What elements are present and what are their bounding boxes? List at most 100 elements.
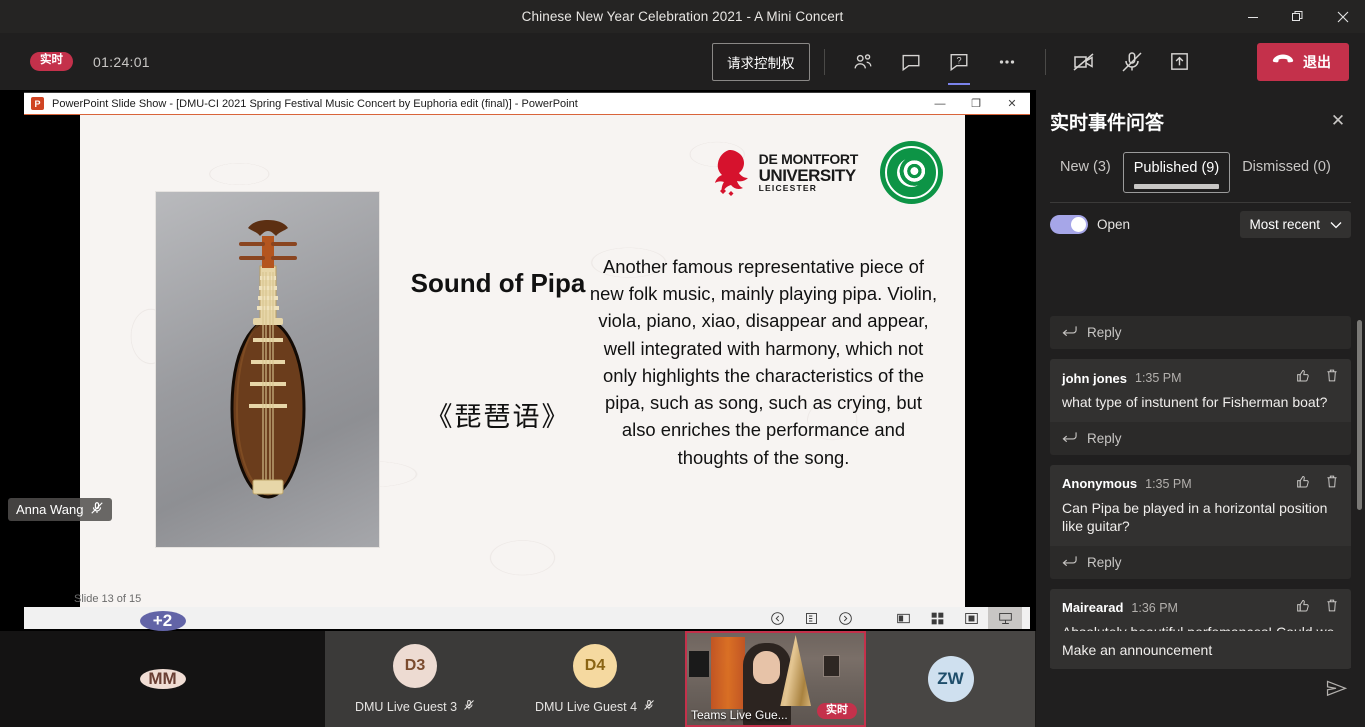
- qa-message-meta: john jones 1:35 PM: [1062, 368, 1339, 388]
- minimize-icon[interactable]: [1230, 0, 1275, 33]
- subtitles-icon[interactable]: [886, 607, 920, 629]
- presenter-view-icon[interactable]: [988, 607, 1022, 629]
- chat-icon[interactable]: [893, 44, 929, 80]
- qa-reply-partial[interactable]: Reply: [1050, 316, 1351, 349]
- all-slides-icon[interactable]: [920, 607, 954, 629]
- thumbs-up-icon[interactable]: [1296, 368, 1311, 388]
- send-icon[interactable]: [1326, 680, 1348, 702]
- zoom-slide-icon[interactable]: [954, 607, 988, 629]
- qa-panel-footer: Make an announcement: [1036, 631, 1365, 727]
- ppt-restore-icon[interactable]: ❐: [958, 93, 994, 115]
- participant-tile-zw[interactable]: ZW: [866, 631, 1035, 727]
- people-icon[interactable]: [845, 44, 881, 80]
- avatar-mm[interactable]: MM: [139, 669, 186, 689]
- restore-icon[interactable]: [1275, 0, 1320, 33]
- qa-message-meta: Mairearad 1:36 PM: [1062, 598, 1339, 618]
- hangup-label: 退出: [1303, 53, 1331, 70]
- qa-message-card: Anonymous 1:35 PM Can Pipa be played in …: [1050, 464, 1351, 546]
- qa-timestamp: 1:35 PM: [1145, 476, 1192, 491]
- dmu-line-3: LEICESTER: [758, 182, 818, 193]
- qa-message-item: john jones 1:35 PM what type of instunen…: [1050, 359, 1351, 455]
- tab-published[interactable]: Published (9): [1122, 152, 1231, 193]
- participant-tile-guest4[interactable]: D4 DMU Live Guest 4: [505, 631, 685, 727]
- qa-reply-button[interactable]: Reply: [1050, 545, 1351, 579]
- powerpoint-body: DE MONTFORT UNIVERSITY LEICESTER Sound o…: [24, 115, 1030, 629]
- qa-message-item: Anonymous 1:35 PM Can Pipa be played in …: [1050, 464, 1351, 579]
- camera-off-icon[interactable]: [1066, 44, 1102, 80]
- qa-message-text: Can Pipa be played in a horizontal posit…: [1062, 499, 1328, 535]
- qa-tabs: New (3) Published (9) Dismissed (0): [1036, 152, 1365, 202]
- reply-arrow-icon: [1062, 325, 1077, 340]
- tab-new[interactable]: New (3): [1050, 152, 1121, 185]
- dmu-line-2: UNIVERSITY: [758, 165, 857, 185]
- announcement-input[interactable]: Make an announcement: [1050, 631, 1351, 669]
- mic-muted-icon: [463, 699, 475, 714]
- qa-scrollbar-thumb[interactable]: [1357, 320, 1362, 510]
- qa-sort-dropdown[interactable]: Most recent: [1240, 210, 1351, 238]
- qa-message-list[interactable]: Reply john jones 1:35 PM what type of in…: [1036, 316, 1365, 668]
- dmu-lion-icon: [714, 149, 748, 196]
- hangup-button[interactable]: 退出: [1257, 42, 1349, 81]
- share-screen-icon[interactable]: [1162, 44, 1198, 80]
- slide-logos: DE MONTFORT UNIVERSITY LEICESTER: [709, 141, 943, 204]
- qa-open-toggle[interactable]: [1050, 214, 1088, 234]
- qa-sort-label: Most recent: [1249, 216, 1320, 232]
- qa-controls-row: Open Most recent: [1036, 203, 1365, 245]
- confucius-institute-icon: [880, 141, 943, 204]
- window-controls: [1230, 0, 1365, 33]
- pen-tools-icon[interactable]: [794, 607, 828, 629]
- svg-text:?: ?: [956, 55, 961, 65]
- mic-muted-icon: [643, 699, 655, 714]
- qa-timestamp: 1:36 PM: [1131, 600, 1178, 615]
- next-slide-icon[interactable]: [828, 607, 862, 629]
- ppt-close-icon[interactable]: ✕: [994, 93, 1030, 115]
- previous-slide-icon[interactable]: [760, 607, 794, 629]
- reply-arrow-icon: [1062, 555, 1077, 570]
- trash-icon[interactable]: [1325, 598, 1339, 618]
- video-tv-object: [689, 651, 709, 677]
- thumbs-up-icon[interactable]: [1296, 598, 1311, 618]
- powerpoint-window: PowerPoint Slide Show - [DMU-CI 2021 Spr…: [24, 92, 1030, 629]
- close-icon[interactable]: ✕: [1325, 108, 1351, 134]
- participant-tile-guest3[interactable]: D3 DMU Live Guest 3: [325, 631, 505, 727]
- trash-icon[interactable]: [1325, 368, 1339, 388]
- qa-message-actions: [1296, 598, 1339, 618]
- pipa-photo: [155, 191, 380, 548]
- teams-meeting-window: Chinese New Year Celebration 2021 - A Mi…: [0, 0, 1365, 727]
- presenter-name-chip: Anna Wang: [8, 498, 113, 521]
- qa-timestamp: 1:35 PM: [1135, 371, 1182, 385]
- video-person-face: [753, 651, 780, 684]
- active-speaker-video-tile[interactable]: Teams Live Gue... 实时: [685, 631, 866, 727]
- trash-icon[interactable]: [1325, 474, 1339, 494]
- thumbs-up-icon[interactable]: [1296, 474, 1311, 494]
- dmu-wordmark: DE MONTFORT UNIVERSITY LEICESTER: [758, 152, 859, 193]
- mic-off-icon[interactable]: [1114, 44, 1150, 80]
- avatar-overflow-count[interactable]: +2: [139, 611, 186, 631]
- request-control-button[interactable]: 请求控制权: [712, 42, 810, 81]
- tab-dismissed[interactable]: Dismissed (0): [1232, 152, 1341, 185]
- avatar-d3: D3: [393, 644, 437, 688]
- reply-label: Reply: [1087, 430, 1122, 446]
- qa-author: Mairearad: [1062, 600, 1124, 616]
- presenter-name: Anna Wang: [16, 502, 84, 517]
- powerpoint-titlebar: PowerPoint Slide Show - [DMU-CI 2021 Spr…: [24, 93, 1030, 115]
- video-picture-object: [823, 655, 840, 677]
- active-speaker-label: Teams Live Gue...: [691, 708, 788, 722]
- participant-name-guest3: DMU Live Guest 3: [354, 699, 458, 714]
- qa-panel-title: 实时事件问答: [1050, 111, 1165, 134]
- participant-name-guest4: DMU Live Guest 4: [534, 699, 638, 714]
- qa-icon[interactable]: ?: [941, 44, 977, 85]
- video-curtain-object: [711, 637, 745, 709]
- slide-canvas: DE MONTFORT UNIVERSITY LEICESTER Sound o…: [80, 115, 965, 607]
- window-title: Chinese New Year Celebration 2021 - A Mi…: [521, 9, 844, 24]
- close-icon[interactable]: [1320, 0, 1365, 33]
- mic-muted-icon: [90, 501, 104, 518]
- window-titlebar: Chinese New Year Celebration 2021 - A Mi…: [0, 0, 1365, 33]
- toolbar-right-group: 退出: [1245, 42, 1349, 81]
- ppt-minimize-icon[interactable]: —: [922, 93, 958, 115]
- qa-open-label: Open: [1097, 216, 1131, 232]
- more-options-icon[interactable]: [989, 44, 1025, 80]
- qa-reply-button[interactable]: Reply: [1050, 421, 1351, 455]
- qa-panel: 实时事件问答 ✕ New (3) Published (9) Dismissed…: [1036, 90, 1365, 727]
- qa-message-card: john jones 1:35 PM what type of instunen…: [1050, 359, 1351, 422]
